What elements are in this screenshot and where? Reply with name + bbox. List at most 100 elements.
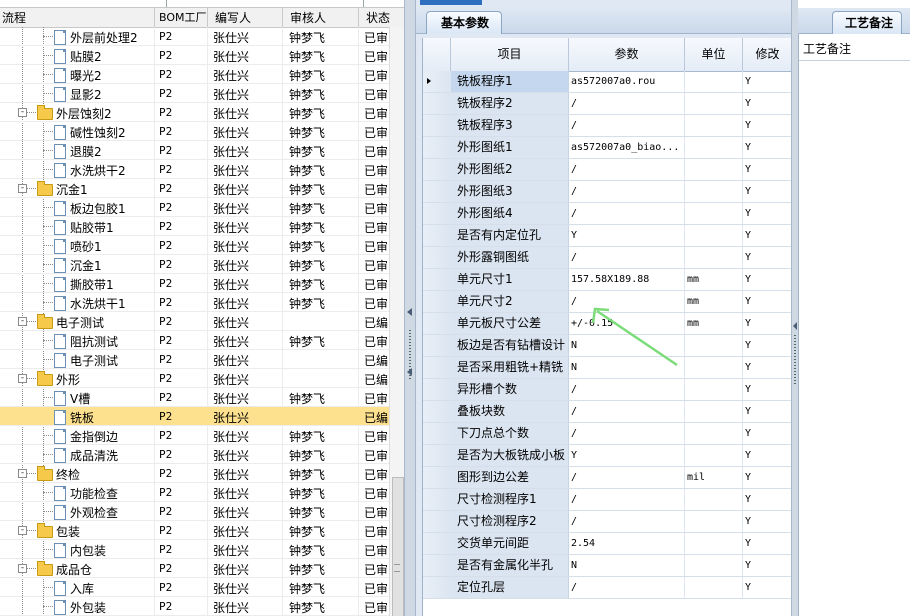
tree-node-label[interactable]: 贴膜2 xyxy=(70,48,102,65)
row-indicator[interactable] xyxy=(423,467,452,488)
row-indicator[interactable] xyxy=(423,533,452,554)
col-header-bom[interactable]: BOM工厂 xyxy=(159,9,207,25)
param-value-cell[interactable]: / xyxy=(569,203,685,224)
param-row[interactable]: 尺寸检测程序1/ Y xyxy=(423,489,791,511)
param-unit-cell[interactable]: mm xyxy=(685,291,743,312)
param-value-cell[interactable]: / xyxy=(569,401,685,422)
collapse-toggle-icon[interactable]: - xyxy=(18,108,27,117)
tree-node-label[interactable]: 功能检查 xyxy=(70,485,118,502)
param-modify-cell[interactable]: Y xyxy=(743,489,791,510)
tree-node-label[interactable]: 曝光2 xyxy=(70,67,102,84)
param-row[interactable]: 单元尺寸1 157.58X189.88 mm Y xyxy=(423,269,791,291)
tree-node-label[interactable]: 电子测试 xyxy=(56,314,104,331)
param-row[interactable]: 外形露铜图纸 / Y xyxy=(423,247,791,269)
tree-row[interactable]: 阻抗测试 P2 张仕兴 钟梦飞 已审 xyxy=(0,331,404,350)
param-row[interactable]: 外形图纸4/ Y xyxy=(423,203,791,225)
row-indicator[interactable] xyxy=(423,335,452,356)
param-unit-cell[interactable] xyxy=(685,511,743,532)
tree-node-label[interactable]: V槽 xyxy=(70,390,90,407)
param-row[interactable]: 外形图纸2/ Y xyxy=(423,159,791,181)
param-unit-cell[interactable]: mm xyxy=(685,269,743,290)
tree-node-label[interactable]: 阻抗测试 xyxy=(70,333,118,350)
col-header-author[interactable]: 编写人 xyxy=(215,9,251,26)
param-row[interactable]: 异形槽个数 / Y xyxy=(423,379,791,401)
notes-body[interactable]: 工艺备注 xyxy=(798,34,910,616)
param-row[interactable]: 图形到边公差 / mil Y xyxy=(423,467,791,489)
param-row[interactable]: 外形图纸3/ Y xyxy=(423,181,791,203)
param-unit-cell[interactable] xyxy=(685,445,743,466)
param-modify-cell[interactable]: Y xyxy=(743,379,791,400)
param-row[interactable]: 交货单元间距 2.54 Y xyxy=(423,533,791,555)
param-value-cell[interactable]: / xyxy=(569,247,685,268)
param-value-cell[interactable]: / xyxy=(569,93,685,114)
row-indicator[interactable] xyxy=(423,93,452,114)
collapse-toggle-icon[interactable]: - xyxy=(18,317,27,326)
param-value-cell[interactable]: N xyxy=(569,555,685,576)
param-value-cell[interactable]: as572007a0.rou xyxy=(569,71,685,92)
param-unit-cell[interactable] xyxy=(685,71,743,92)
param-value-cell[interactable]: / xyxy=(569,159,685,180)
param-value-cell[interactable]: Y xyxy=(569,445,685,466)
param-unit-cell[interactable] xyxy=(685,423,743,444)
tree-row[interactable]: V槽 P2 张仕兴 钟梦飞 已审 xyxy=(0,388,404,407)
param-modify-cell[interactable]: Y xyxy=(743,357,791,378)
param-unit-cell[interactable] xyxy=(685,181,743,202)
param-value-cell[interactable]: / xyxy=(569,379,685,400)
row-indicator[interactable] xyxy=(423,225,452,246)
row-indicator[interactable] xyxy=(423,445,452,466)
tree-row[interactable]: 沉金1 P2 张仕兴 钟梦飞 已审 xyxy=(0,255,404,274)
tree-row[interactable]: 功能检查 P2 张仕兴 钟梦飞 已审 xyxy=(0,483,404,502)
col-header-param[interactable]: 参数 xyxy=(569,38,685,71)
row-indicator[interactable] xyxy=(423,115,452,136)
param-unit-cell[interactable] xyxy=(685,555,743,576)
param-value-cell[interactable]: 157.58X189.88 xyxy=(569,269,685,290)
param-modify-cell[interactable]: Y xyxy=(743,445,791,466)
tab-process-notes[interactable]: 工艺备注 xyxy=(832,11,903,34)
param-value-cell[interactable]: / xyxy=(569,489,685,510)
row-indicator[interactable] xyxy=(423,489,452,510)
param-modify-cell[interactable]: Y xyxy=(743,533,791,554)
col-header-item[interactable]: 项目 xyxy=(451,38,569,71)
tree-node-label[interactable]: 金指倒边 xyxy=(70,428,118,445)
row-indicator[interactable] xyxy=(423,555,452,576)
param-modify-cell[interactable]: Y xyxy=(743,181,791,202)
param-row[interactable]: 铣板程序2/ Y xyxy=(423,93,791,115)
tree-node-label[interactable]: 沉金1 xyxy=(56,181,88,198)
param-modify-cell[interactable]: Y xyxy=(743,269,791,290)
param-modify-cell[interactable]: Y xyxy=(743,423,791,444)
row-indicator[interactable] xyxy=(423,247,452,268)
tree-row[interactable]: 贴膜2 P2 张仕兴 钟梦飞 已审 xyxy=(0,46,404,65)
param-modify-cell[interactable]: Y xyxy=(743,225,791,246)
param-modify-cell[interactable]: Y xyxy=(743,247,791,268)
tree-node-label[interactable]: 外形 xyxy=(56,371,80,388)
tree-node-label[interactable]: 成品仓 xyxy=(56,561,92,578)
param-value-cell[interactable]: / xyxy=(569,467,685,488)
collapse-toggle-icon[interactable]: - xyxy=(18,564,27,573)
collapse-right-arrow-icon[interactable] xyxy=(793,322,797,330)
tree-folder-row[interactable]: - 外层蚀刻2 P2 张仕兴 钟梦飞 已审 xyxy=(0,103,404,122)
tree-node-label[interactable]: 电子测试 xyxy=(70,352,118,369)
param-unit-cell[interactable] xyxy=(685,401,743,422)
param-unit-cell[interactable] xyxy=(685,533,743,554)
param-modify-cell[interactable]: Y xyxy=(743,511,791,532)
tree-node-label[interactable]: 板边包胶1 xyxy=(70,200,126,217)
param-unit-cell[interactable] xyxy=(685,379,743,400)
param-modify-cell[interactable]: Y xyxy=(743,115,791,136)
collapse-left-arrow-icon[interactable] xyxy=(407,308,412,316)
param-unit-cell[interactable] xyxy=(685,335,743,356)
tab-basic-params[interactable]: 基本参数 xyxy=(426,11,503,34)
param-modify-cell[interactable]: Y xyxy=(743,401,791,422)
left-splitter[interactable] xyxy=(404,0,416,616)
param-value-cell[interactable]: / xyxy=(569,181,685,202)
param-modify-cell[interactable]: Y xyxy=(743,137,791,158)
param-modify-cell[interactable]: Y xyxy=(743,71,791,92)
tree-node-label[interactable]: 退膜2 xyxy=(70,143,102,160)
collapse-toggle-icon[interactable]: - xyxy=(18,526,27,535)
row-indicator[interactable] xyxy=(423,159,452,180)
row-indicator[interactable] xyxy=(423,577,452,598)
param-row[interactable]: 是否为大板铣成小板 Y Y xyxy=(423,445,791,467)
row-indicator[interactable] xyxy=(423,203,452,224)
tree-node-label[interactable]: 铣板 xyxy=(70,409,94,426)
top-tab-active[interactable] xyxy=(420,0,482,5)
param-modify-cell[interactable]: Y xyxy=(743,291,791,312)
